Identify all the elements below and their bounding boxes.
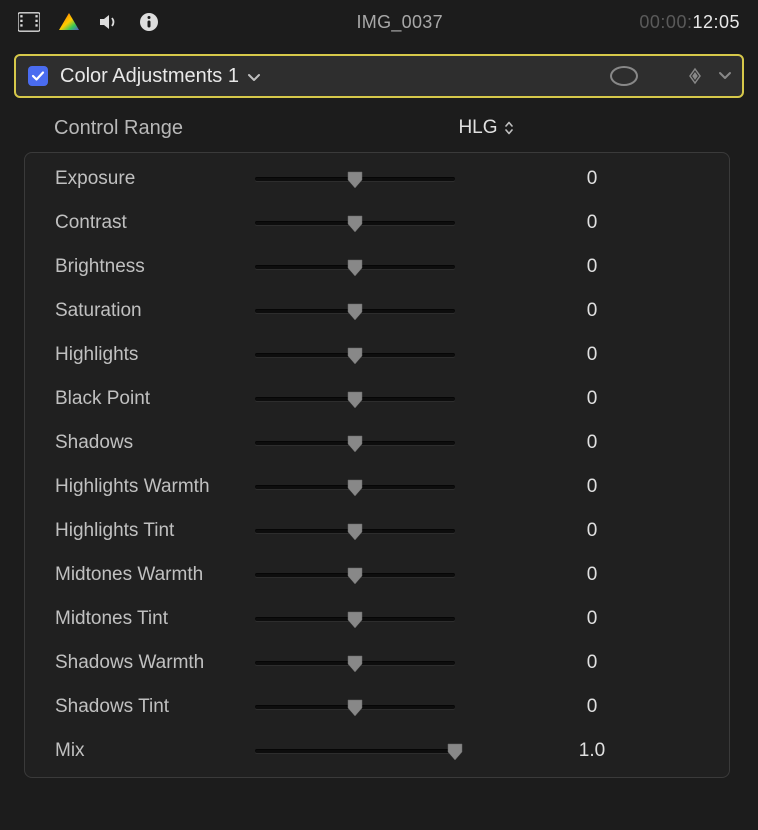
- slider-thumb[interactable]: [346, 258, 364, 278]
- param-label: Exposure: [55, 168, 255, 190]
- param-value[interactable]: 0: [455, 696, 709, 718]
- param-slider[interactable]: [255, 353, 455, 357]
- param-row: Saturation 0: [25, 289, 729, 333]
- param-value[interactable]: 0: [455, 476, 709, 498]
- param-slider[interactable]: [255, 265, 455, 269]
- param-label: Black Point: [55, 388, 255, 410]
- param-label: Midtones Tint: [55, 608, 255, 630]
- param-slider[interactable]: [255, 441, 455, 445]
- slider-thumb[interactable]: [346, 522, 364, 542]
- slider-thumb[interactable]: [346, 302, 364, 322]
- param-value[interactable]: 0: [455, 256, 709, 278]
- param-label: Midtones Warmth: [55, 564, 255, 586]
- param-row: Shadows Tint 0: [25, 685, 729, 729]
- param-slider[interactable]: [255, 617, 455, 621]
- effect-enable-checkbox[interactable]: [28, 66, 48, 86]
- slider-thumb[interactable]: [346, 566, 364, 586]
- param-label: Highlights: [55, 344, 255, 366]
- param-slider[interactable]: [255, 529, 455, 533]
- control-range-label: Control Range: [54, 117, 284, 140]
- param-label: Shadows: [55, 432, 255, 454]
- param-slider[interactable]: [255, 221, 455, 225]
- param-label: Saturation: [55, 300, 255, 322]
- keyframe-icon[interactable]: [686, 67, 704, 85]
- param-row: Exposure 0: [25, 157, 729, 201]
- info-icon[interactable]: [138, 11, 160, 33]
- clip-name: IMG_0037: [160, 12, 639, 33]
- param-slider[interactable]: [255, 573, 455, 577]
- param-slider[interactable]: [255, 705, 455, 709]
- slider-thumb[interactable]: [346, 654, 364, 674]
- mask-icon[interactable]: [610, 66, 638, 86]
- control-range-dropdown[interactable]: HLG: [284, 117, 758, 139]
- param-value[interactable]: 0: [455, 344, 709, 366]
- slider-thumb[interactable]: [346, 390, 364, 410]
- slider-thumb[interactable]: [346, 478, 364, 498]
- param-slider[interactable]: [255, 397, 455, 401]
- param-value[interactable]: 0: [455, 564, 709, 586]
- slider-thumb[interactable]: [346, 698, 364, 718]
- param-value[interactable]: 0: [455, 168, 709, 190]
- param-label: Shadows Tint: [55, 696, 255, 718]
- param-value[interactable]: 0: [455, 432, 709, 454]
- slider-thumb[interactable]: [346, 610, 364, 630]
- slider-thumb[interactable]: [346, 434, 364, 454]
- param-row: Contrast 0: [25, 201, 729, 245]
- param-slider[interactable]: [255, 661, 455, 665]
- param-row: Mix 1.0: [25, 729, 729, 773]
- param-slider[interactable]: [255, 177, 455, 181]
- filmstrip-icon[interactable]: [18, 11, 40, 33]
- param-row: Highlights Warmth 0: [25, 465, 729, 509]
- param-row: Shadows Warmth 0: [25, 641, 729, 685]
- param-row: Shadows 0: [25, 421, 729, 465]
- param-row: Brightness 0: [25, 245, 729, 289]
- chevron-down-icon[interactable]: [718, 71, 732, 81]
- param-value[interactable]: 0: [455, 608, 709, 630]
- slider-thumb[interactable]: [346, 346, 364, 366]
- timecode-bright: 12:05: [692, 12, 740, 32]
- param-value[interactable]: 0: [455, 520, 709, 542]
- speaker-icon[interactable]: [98, 11, 120, 33]
- check-icon: [31, 69, 45, 83]
- param-row: Midtones Tint 0: [25, 597, 729, 641]
- slider-thumb[interactable]: [446, 742, 464, 762]
- timecode-dim: 00:00:: [639, 12, 692, 32]
- control-range-value: HLG: [458, 117, 497, 139]
- param-label: Highlights Warmth: [55, 476, 255, 498]
- timecode: 00:00:12:05: [639, 12, 740, 33]
- param-value[interactable]: 0: [455, 388, 709, 410]
- top-toolbar: IMG_0037 00:00:12:05: [0, 0, 758, 44]
- param-slider[interactable]: [255, 309, 455, 313]
- param-label: Shadows Warmth: [55, 652, 255, 674]
- updown-arrows-icon: [504, 120, 514, 136]
- slider-track: [255, 749, 455, 753]
- param-slider[interactable]: [255, 749, 455, 753]
- param-value[interactable]: 1.0: [455, 740, 709, 762]
- slider-thumb[interactable]: [346, 170, 364, 190]
- effect-title[interactable]: Color Adjustments 1: [60, 65, 239, 88]
- control-range-row: Control Range HLG: [0, 112, 758, 152]
- param-slider[interactable]: [255, 485, 455, 489]
- param-row: Black Point 0: [25, 377, 729, 421]
- param-label: Brightness: [55, 256, 255, 278]
- chevron-down-icon[interactable]: [247, 73, 261, 83]
- param-value[interactable]: 0: [455, 300, 709, 322]
- param-label: Highlights Tint: [55, 520, 255, 542]
- color-prism-icon[interactable]: [58, 11, 80, 33]
- effect-header[interactable]: Color Adjustments 1: [14, 54, 744, 98]
- param-value[interactable]: 0: [455, 652, 709, 674]
- slider-thumb[interactable]: [346, 214, 364, 234]
- param-row: Midtones Warmth 0: [25, 553, 729, 597]
- param-row: Highlights 0: [25, 333, 729, 377]
- param-row: Highlights Tint 0: [25, 509, 729, 553]
- param-value[interactable]: 0: [455, 212, 709, 234]
- param-label: Contrast: [55, 212, 255, 234]
- param-label: Mix: [55, 740, 255, 762]
- params-container: Exposure 0 Contrast 0 Brightness 0 Saturation 0…: [24, 152, 730, 778]
